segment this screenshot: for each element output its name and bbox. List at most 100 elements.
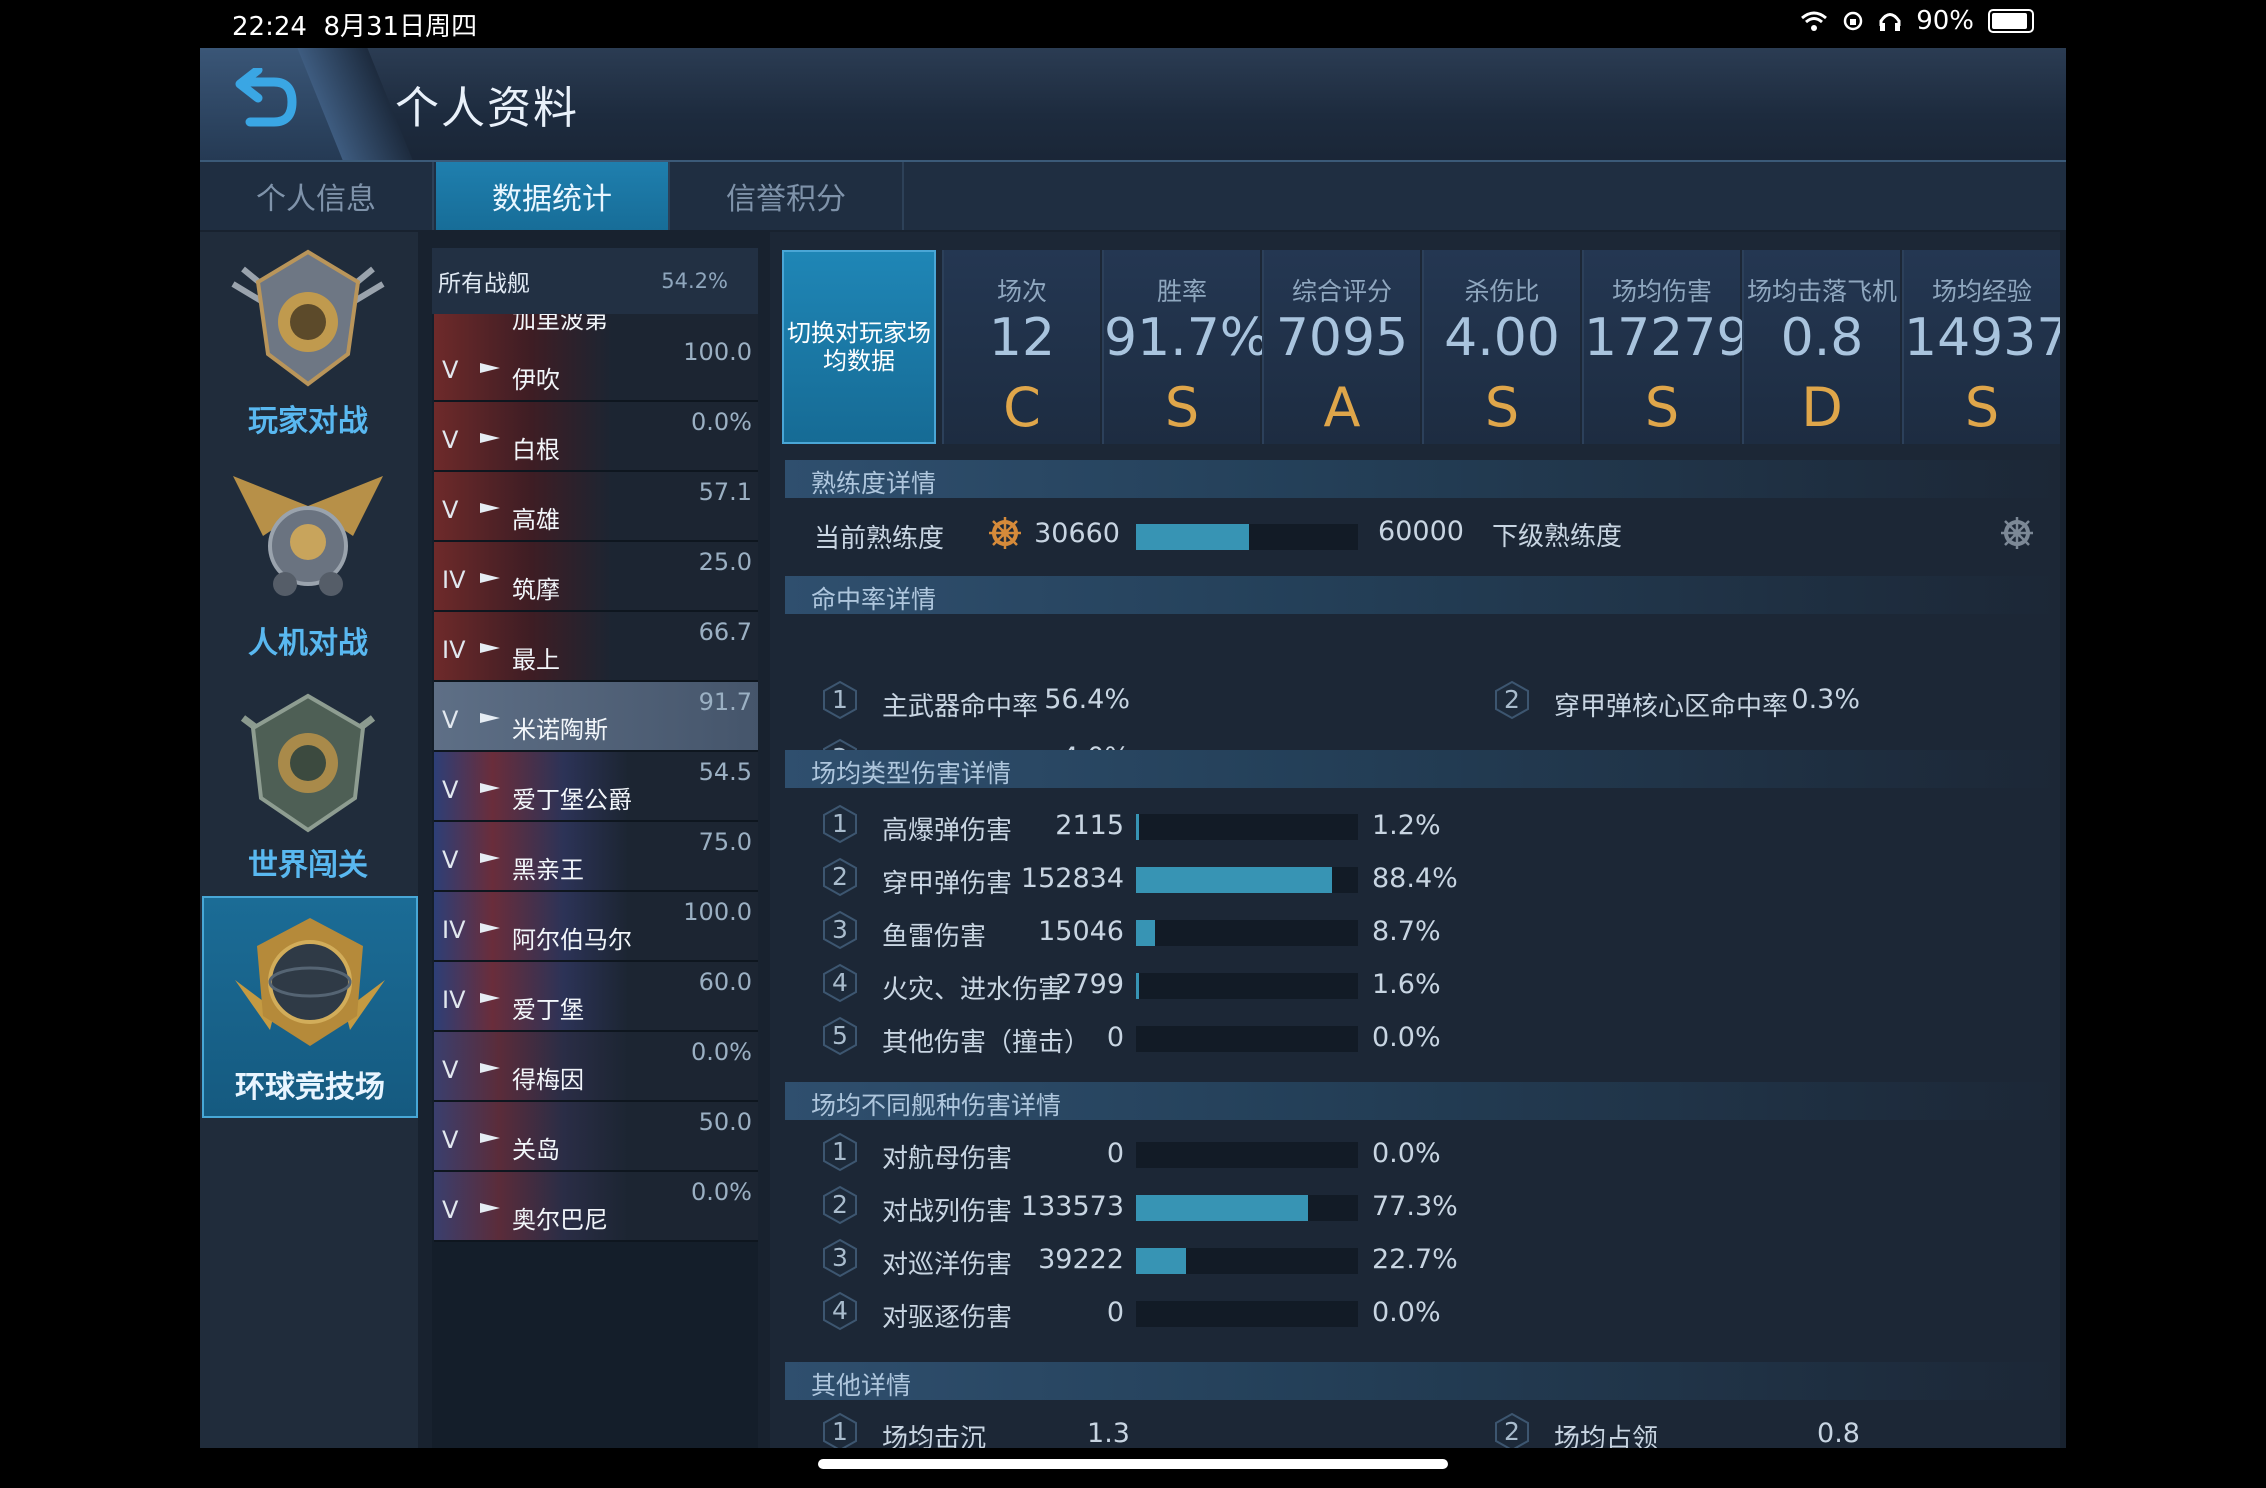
ship-row[interactable]: V 伊吹 100.0 [434,332,758,402]
ship-list-header[interactable]: 所有战舰 54.2% [432,248,758,314]
stat-value: 14937 [1904,308,2060,368]
ship-value: 0.0% [691,1178,752,1206]
number-badge: 1 [820,1132,860,1172]
number-badge: 4 [820,963,860,1003]
stat-card: 综合评分 7095 A [1262,250,1420,444]
number-badge: 2 [820,1185,860,1225]
next-proficiency-label: 下级熟练度 [1492,522,1623,552]
stat-grade: S [1644,376,1680,439]
section-proficiency-title: 熟练度详情 [811,469,937,498]
ship-value: 0.0% [691,1038,752,1066]
ship-tier: V [442,776,459,804]
stat-title: 场均伤害 [1611,277,1712,306]
status-time-date: 22:24 8月31日周四 [232,6,477,43]
number-badge-text: 2 [1504,685,1520,714]
mode-world[interactable]: 世界闯关 [202,676,414,894]
ship-row[interactable]: IV 爱丁堡 60.0 [434,962,758,1032]
mode-nav: 玩家对战 人机对战 世界闯关 环球竞技场 [200,232,418,1448]
ship-name: 关岛 [512,1136,560,1164]
number-badge: 2 [1492,1412,1532,1448]
stat-card: 杀伤比 4.00 S [1422,250,1580,444]
ship-name: 奥尔巴尼 [512,1206,608,1234]
damage-bar-fill [1136,814,1139,840]
ship-tier: IV [442,986,466,1014]
stat-value: 4.00 [1444,308,1560,368]
mode-pve[interactable]: 人机对战 [202,454,414,672]
number-badge-text: 4 [832,968,848,997]
stat-grade: S [1164,376,1200,439]
ship-list[interactable]: 所有战舰 54.2% 加里波第 V 伊吹 100.0 V 白根 0.0% V 高雄 57.1 IV… [432,248,758,1448]
tab-bar: 个人信息 数据统计 信誉积分 [200,162,2066,230]
damage-bar-fill [1136,867,1333,893]
rotation-lock-icon [1843,11,1863,31]
switch-player-average-button[interactable]: 切换对玩家场均数据 [782,250,936,444]
damage-percent: 0.0% [1372,1022,1441,1053]
number-badge: 3 [820,1238,860,1278]
hit-rate-value: 56.4% [1044,684,1130,715]
number-badge-text: 5 [832,1021,848,1050]
ship-row[interactable]: IV 最上 66.7 [434,612,758,682]
damage-percent: 0.0% [1372,1138,1441,1169]
ship-row[interactable]: V 奥尔巴尼 0.0% [434,1172,758,1242]
damage-bar [1136,1301,1358,1327]
ship-class-icon [480,1130,500,1144]
ship-row[interactable]: V 黑亲王 75.0 [434,822,758,892]
number-badge: 4 [820,1291,860,1331]
ship-class-icon [480,430,500,444]
proficiency-bar [1136,524,1358,550]
damage-bar-fill [1136,1195,1308,1221]
other-value: 1.3 [1087,1418,1130,1448]
damage-percent: 1.2% [1372,810,1441,841]
number-badge-text: 3 [832,1243,848,1272]
mode-arena[interactable]: 环球竞技场 [202,896,418,1118]
ship-value: 100.0 [683,898,752,926]
section-damage-types: 场均类型伤害详情 [785,750,2060,788]
ship-tier: IV [442,916,466,944]
stat-title: 综合评分 [1291,277,1392,306]
home-indicator[interactable] [818,1459,1448,1469]
ship-row[interactable]: IV 阿尔伯马尔 100.0 [434,892,758,962]
section-other: 其他详情 [785,1362,2060,1400]
number-badge: 2 [1492,680,1532,720]
pve-emblem-icon [233,476,383,596]
damage-value: 2799 [1055,969,1124,1000]
stats-panel: 切换对玩家场均数据 场次 12 C 胜率 91.7% S 综合评分 7095 A 杀伤比 4.00 S… [770,232,2060,1448]
proficiency-bar-fill [1136,524,1250,550]
stat-value: 12 [988,308,1056,368]
other-value: 0.8 [1817,1418,1860,1448]
section-other-title: 其他详情 [811,1371,912,1400]
mode-pvp[interactable]: 玩家对战 [202,232,414,450]
next-level-wheel-icon [2001,517,2033,549]
ship-tier: V [442,1196,459,1224]
ship-row-partial[interactable]: 加里波第 [434,314,758,334]
ship-row[interactable]: IV 筑摩 25.0 [434,542,758,612]
ship-row[interactable]: V 爱丁堡公爵 54.5 [434,752,758,822]
damage-bar [1136,1026,1358,1052]
ship-class-icon [480,1200,500,1214]
ship-tier: V [442,706,459,734]
stat-grade: C [1003,376,1041,439]
ship-row[interactable]: V 得梅因 0.0% [434,1032,758,1102]
stat-card: 场均击落飞机 0.8 D [1742,250,1900,444]
tab-personal-info[interactable]: 个人信息 [200,162,434,230]
number-badge-text: 2 [832,1190,848,1219]
stat-card: 场均经验 14937 S [1902,250,2060,444]
ship-row[interactable]: V 白根 0.0% [434,402,758,472]
ship-value: 66.7 [698,618,752,646]
damage-bar [1136,973,1358,999]
tab-statistics[interactable]: 数据统计 [436,162,670,230]
number-badge: 3 [820,910,860,950]
ship-row[interactable]: V 高雄 57.1 [434,472,758,542]
stat-grade: D [1801,376,1843,439]
ship-value: 75.0 [698,828,752,856]
status-time: 22:24 [232,12,307,42]
ship-row[interactable]: V 关岛 50.0 [434,1102,758,1172]
status-indicators: 90% [1800,6,2034,36]
number-badge: 1 [820,1412,860,1448]
damage-percent: 0.0% [1372,1297,1441,1328]
ship-row[interactable]: V 米诺陶斯 91.7 [434,682,758,752]
hit-rate-value: 0.3% [1791,684,1860,715]
arena-globe-icon [235,918,385,1046]
section-proficiency: 熟练度详情 [785,460,2060,498]
tab-credit-score[interactable]: 信誉积分 [670,162,904,230]
